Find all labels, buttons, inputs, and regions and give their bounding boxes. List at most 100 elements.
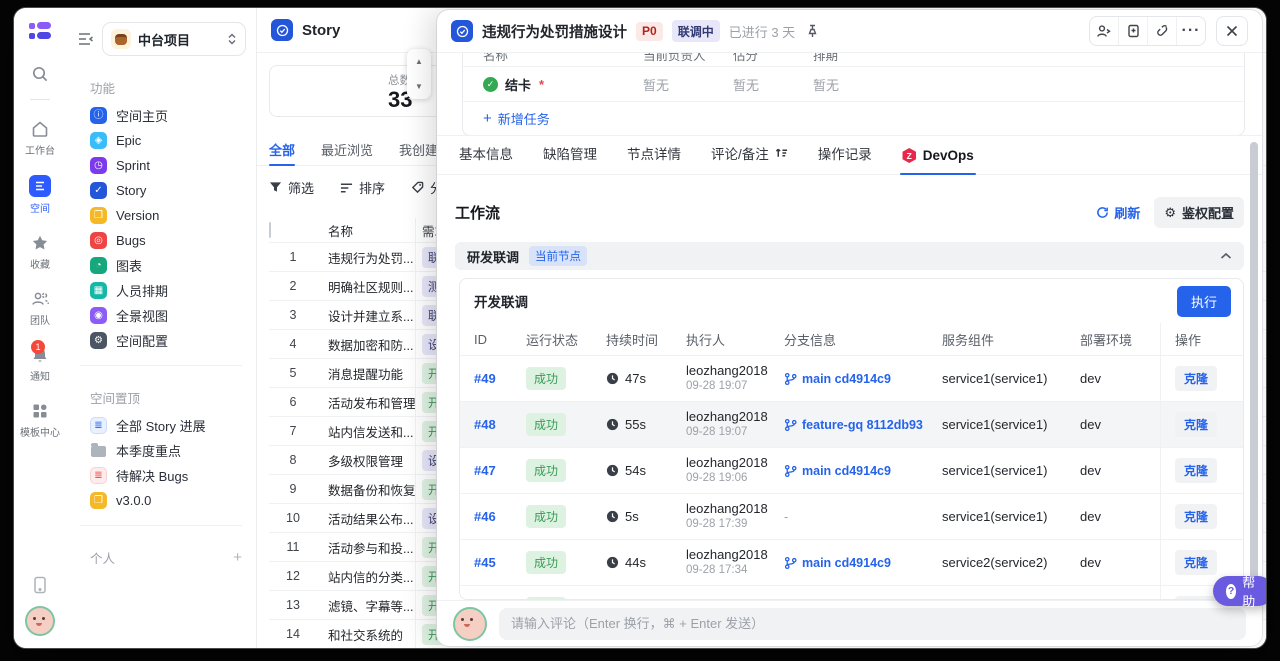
tab-activity-log[interactable]: 操作记录: [818, 143, 872, 174]
share-member-icon[interactable]: [1090, 17, 1118, 45]
grid-icon: [30, 401, 50, 421]
panorama-icon: ◉: [90, 307, 107, 324]
subtask-row[interactable]: ✓ 结卡 * 暂无 暂无 暂无: [463, 66, 1244, 101]
sort-button[interactable]: 排序: [340, 178, 385, 197]
mobile-icon[interactable]: [32, 576, 48, 594]
user-avatar[interactable]: [25, 606, 55, 636]
branch-link[interactable]: main cd4914c9: [784, 556, 928, 570]
devops-run-row[interactable]: #48 成功 55s leozhang201809-28 19:07 featu…: [460, 402, 1243, 448]
rail-item-workbench[interactable]: 工作台: [25, 119, 55, 157]
sidebar-item-epic[interactable]: ◈ Epic: [66, 128, 256, 153]
story-progress-icon: ≣: [90, 417, 107, 434]
bookmark-add-icon[interactable]: [1118, 17, 1147, 45]
tab-comments[interactable]: 评论/备注: [711, 143, 788, 174]
settings-icon: ⚙: [90, 332, 107, 349]
people-icon: [30, 289, 50, 309]
devops-run-row[interactable]: #44 成功 1m2s leozhang2018 main cd4914c9 s…: [460, 586, 1243, 600]
help-button[interactable]: ? 帮助: [1213, 576, 1266, 606]
run-button[interactable]: 执行: [1177, 286, 1231, 317]
sidebar-item-panorama[interactable]: ◉ 全景视图: [66, 303, 256, 328]
pin-icon[interactable]: [806, 24, 819, 38]
sidebar-item-space-settings[interactable]: ⚙ 空间配置: [66, 328, 256, 353]
refresh-button[interactable]: 刷新: [1096, 203, 1140, 222]
sidebar-item-space-home[interactable]: ⓘ 空间主页: [66, 103, 256, 128]
rail-item-notifications[interactable]: 1 通知: [30, 345, 50, 383]
sidebar-item-all-story-progress[interactable]: ≣ 全部 Story 进展: [66, 413, 256, 438]
close-icon[interactable]: [1216, 16, 1248, 46]
chevron-up-icon[interactable]: [1220, 252, 1232, 260]
sidebar-section-functions: 功能 ⓘ 空间主页 ◈ Epic ◷ Sprint ✓ Story ❒ Vers…: [66, 64, 256, 357]
sidebar-item-quarter-focus[interactable]: 本季度重点: [66, 438, 256, 463]
tab-recent[interactable]: 最近浏览: [321, 136, 373, 165]
sidebar-item-story[interactable]: ✓ Story: [66, 178, 256, 203]
sidebar-item-bugs[interactable]: ◎ Bugs: [66, 228, 256, 253]
rail-item-template-center[interactable]: 模板中心: [20, 401, 60, 439]
subtask-zone: 名称 当前负责人 估分 排期 ✓ 结卡 * 暂无 暂无 暂无: [437, 53, 1262, 135]
required-mark: *: [539, 77, 544, 92]
clock-icon: [606, 510, 619, 523]
sidebar-item-open-bugs[interactable]: ≣ 待解决 Bugs: [66, 463, 256, 488]
stats-scroll-stepper[interactable]: ▲ ▼: [407, 49, 431, 99]
question-icon: ?: [1226, 584, 1236, 599]
sidebar-item-sprint[interactable]: ◷ Sprint: [66, 153, 256, 178]
clone-button[interactable]: 克隆: [1175, 504, 1217, 529]
clone-button[interactable]: 克隆: [1175, 366, 1217, 391]
sprint-icon: ◷: [90, 157, 107, 174]
git-branch-icon: [784, 372, 797, 386]
auth-config-button[interactable]: ⚙ 鉴权配置: [1154, 197, 1244, 228]
rail-item-favorites[interactable]: 收藏: [30, 233, 50, 271]
plus-icon: +: [483, 111, 492, 126]
check-circle-icon: ✓: [483, 77, 498, 92]
more-icon[interactable]: ···: [1176, 17, 1205, 45]
tab-devops[interactable]: Z DevOps: [902, 148, 974, 174]
clock-icon: [606, 418, 619, 431]
tab-defects[interactable]: 缺陷管理: [543, 143, 597, 174]
run-status-badge: 成功: [526, 459, 566, 482]
add-personal-view-button[interactable]: +: [233, 549, 242, 566]
project-avatar: [111, 29, 131, 49]
devops-run-row[interactable]: #46 成功 5s leozhang201809-28 17:39 - serv…: [460, 494, 1243, 540]
clone-button[interactable]: 克隆: [1175, 412, 1217, 437]
stepper-down-icon[interactable]: ▼: [415, 82, 423, 91]
home-icon: [30, 119, 50, 139]
project-selector[interactable]: 中台项目: [102, 22, 246, 56]
clone-button[interactable]: 克隆: [1175, 458, 1217, 483]
issue-type-icon: [451, 20, 473, 42]
app-logo-icon[interactable]: [29, 22, 51, 39]
search-icon[interactable]: [31, 65, 49, 83]
sidebar-item-staffing[interactable]: ▦ 人员排期: [66, 278, 256, 303]
rail-item-team[interactable]: 团队: [30, 289, 50, 327]
select-all-checkbox[interactable]: [269, 222, 271, 238]
issue-detail-modal: 违规行为处罚措施设计 P0 联调中 已进行 3 天: [437, 10, 1262, 646]
filter-button[interactable]: 筛选: [269, 178, 314, 197]
workflow-header: 工作流 刷新 ⚙ 鉴权配置: [455, 197, 1244, 228]
chevron-updown-icon: [227, 33, 237, 45]
tab-all[interactable]: 全部: [269, 136, 295, 165]
devops-run-row[interactable]: #45 成功 44s leozhang201809-28 17:34 main …: [460, 540, 1243, 586]
rail-item-space[interactable]: 空间: [29, 175, 51, 215]
clock-icon: [606, 556, 619, 569]
branch-link[interactable]: feature-gq 8112db93: [784, 418, 928, 432]
branch-link[interactable]: main cd4914c9: [784, 372, 928, 386]
sidebar-item-charts[interactable]: ◔ 图表: [66, 253, 256, 278]
devops-run-row[interactable]: #47 成功 54s leozhang201809-28 19:06 main …: [460, 448, 1243, 494]
stage-collapse-bar[interactable]: 研发联调 当前节点: [455, 242, 1244, 270]
devops-run-row[interactable]: #49 成功 47s leozhang201809-28 19:07 main …: [460, 356, 1243, 402]
sidebar-item-version[interactable]: ❒ Version: [66, 203, 256, 228]
clone-button[interactable]: 克隆: [1175, 550, 1217, 575]
space-icon: [29, 175, 51, 197]
modal-scrollbar[interactable]: [1250, 142, 1258, 594]
modal-header: 违规行为处罚措施设计 P0 联调中 已进行 3 天: [437, 10, 1262, 53]
stepper-up-icon[interactable]: ▲: [415, 57, 423, 66]
link-icon[interactable]: [1147, 17, 1176, 45]
collapse-sidebar-icon[interactable]: [78, 32, 94, 46]
add-task-button[interactable]: + 新增任务: [463, 101, 1244, 135]
branch-link[interactable]: main cd4914c9: [784, 464, 928, 478]
tab-node-details[interactable]: 节点详情: [627, 143, 681, 174]
sidebar-item-v300[interactable]: ❒ v3.0.0: [66, 488, 256, 513]
rail-divider: [30, 99, 50, 100]
tab-basic-info[interactable]: 基本信息: [459, 143, 513, 174]
sidebar-divider: [80, 525, 242, 526]
comment-input[interactable]: [499, 608, 1246, 640]
priority-badge: P0: [636, 22, 663, 41]
